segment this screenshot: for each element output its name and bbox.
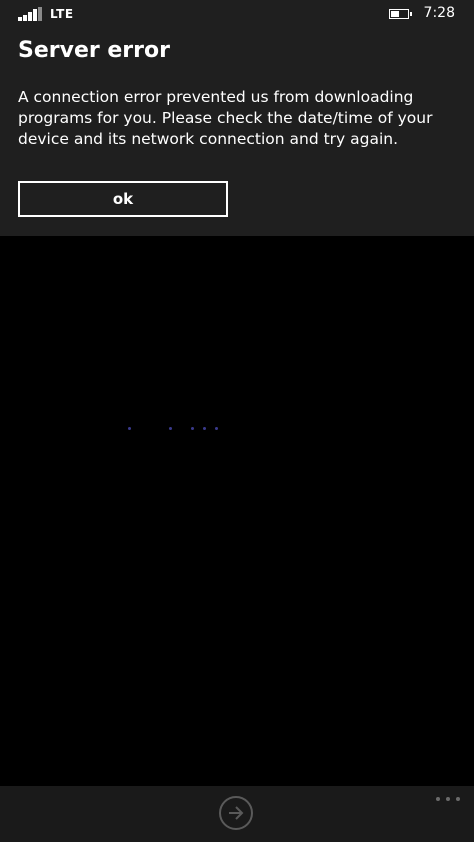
status-bar: LTE 7:28 — [0, 0, 474, 30]
arrow-right-circle-icon[interactable] — [219, 796, 253, 830]
loading-dot — [191, 427, 194, 430]
server-error-dialog: Server error A connection error prevente… — [0, 30, 474, 236]
loading-dot — [169, 427, 172, 430]
screen: LTE 7:28 Server error A connection error… — [0, 0, 474, 842]
network-type-label: LTE — [50, 7, 74, 21]
app-bar — [0, 786, 474, 842]
dialog-message: A connection error prevented us from dow… — [18, 88, 433, 148]
ok-button[interactable]: ok — [18, 181, 228, 217]
dialog-title: Server error — [18, 38, 170, 63]
signal-strength-icon — [18, 7, 44, 21]
loading-dot — [203, 427, 206, 430]
ellipsis-icon[interactable] — [436, 794, 462, 804]
battery-icon — [389, 9, 412, 19]
loading-dot — [215, 427, 218, 430]
status-clock: 7:28 — [423, 5, 455, 21]
loading-dot — [128, 427, 131, 430]
